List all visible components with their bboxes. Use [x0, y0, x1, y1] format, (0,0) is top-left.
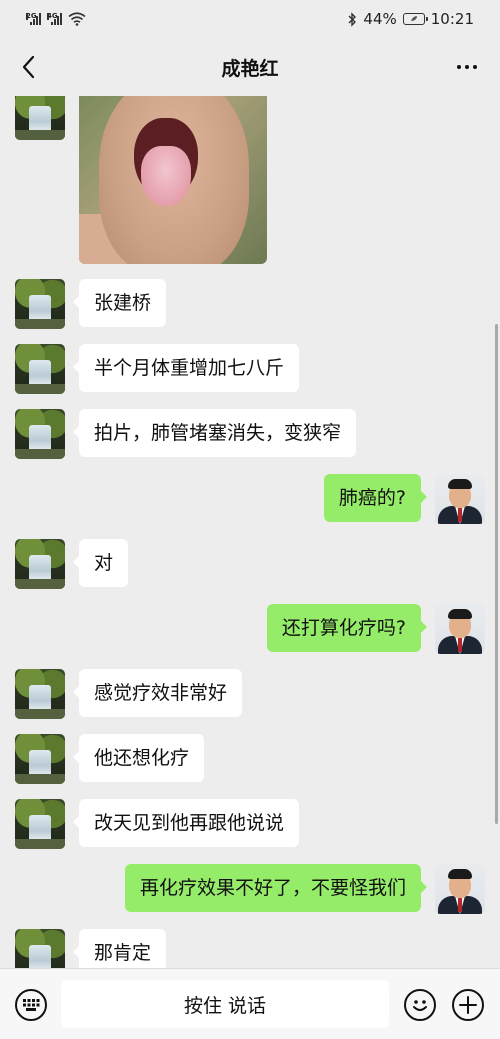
- emoji-icon: [413, 1000, 427, 1011]
- chat-header: 成艳红: [0, 38, 500, 96]
- message-bubble-outgoing[interactable]: 还打算化疗吗?: [266, 604, 428, 652]
- message-bubble-incoming[interactable]: 半个月体重增加七八斤: [72, 344, 300, 392]
- chat-scrollbar[interactable]: [495, 324, 498, 824]
- message-bubble-incoming[interactable]: 改天见到他再跟他说说: [72, 799, 300, 847]
- contact-avatar[interactable]: [15, 279, 65, 329]
- signal-icon-2: 4G: [47, 13, 62, 25]
- input-bar: 按住 说话: [0, 968, 500, 1039]
- wifi-icon: [68, 12, 86, 26]
- contact-avatar[interactable]: [15, 929, 65, 968]
- chat-title: 成艳红: [221, 57, 279, 80]
- battery-icon: [402, 13, 428, 25]
- message-bubble-incoming[interactable]: 拍片，肺管堵塞消失，变狭窄: [72, 409, 357, 457]
- emoji-button[interactable]: [404, 989, 436, 1021]
- plus-button[interactable]: [452, 989, 484, 1021]
- contact-avatar[interactable]: [15, 409, 65, 459]
- contact-avatar[interactable]: [15, 734, 65, 784]
- my-avatar[interactable]: [435, 604, 485, 654]
- message-bubble-incoming[interactable]: 那肯定: [72, 929, 167, 968]
- my-avatar[interactable]: [435, 864, 485, 914]
- plus-icon: [459, 996, 477, 1014]
- keyboard-button[interactable]: [15, 989, 47, 1021]
- keyboard-icon: [23, 999, 40, 1011]
- hold-to-talk-button[interactable]: 按住 说话: [61, 980, 389, 1028]
- battery-percent: 44%: [363, 10, 397, 28]
- message-bubble-incoming[interactable]: 感觉疗效非常好: [72, 669, 243, 717]
- more-button[interactable]: [452, 52, 482, 82]
- contact-avatar[interactable]: [15, 799, 65, 849]
- more-icon: [457, 65, 461, 69]
- status-left: 2G 4G: [26, 12, 86, 26]
- message-bubble-incoming[interactable]: 张建桥: [72, 279, 167, 327]
- signal-icon-1: 2G: [26, 13, 41, 25]
- contact-avatar[interactable]: [15, 96, 65, 140]
- status-bar: 2G 4G 44% 10:21: [0, 0, 500, 38]
- contact-avatar[interactable]: [15, 669, 65, 719]
- back-arrow-icon: [22, 55, 35, 79]
- my-avatar[interactable]: [435, 474, 485, 524]
- chat-area[interactable]: 张建桥 半个月体重增加七八斤 拍片，肺管堵塞消失，变狭窄 肺癌的? 对 还打算化…: [0, 96, 500, 968]
- bluetooth-icon: [348, 11, 357, 27]
- contact-avatar[interactable]: [15, 344, 65, 394]
- message-bubble-incoming[interactable]: 他还想化疗: [72, 734, 205, 782]
- message-image[interactable]: [79, 96, 267, 264]
- status-right: 44% 10:21: [347, 10, 474, 28]
- contact-avatar[interactable]: [15, 539, 65, 589]
- clock: 10:21: [430, 10, 474, 28]
- back-button[interactable]: [14, 52, 44, 82]
- message-bubble-incoming[interactable]: 对: [72, 539, 129, 587]
- message-bubble-outgoing[interactable]: 再化疗效果不好了，不要怪我们: [124, 864, 428, 912]
- message-bubble-outgoing[interactable]: 肺癌的?: [323, 474, 428, 522]
